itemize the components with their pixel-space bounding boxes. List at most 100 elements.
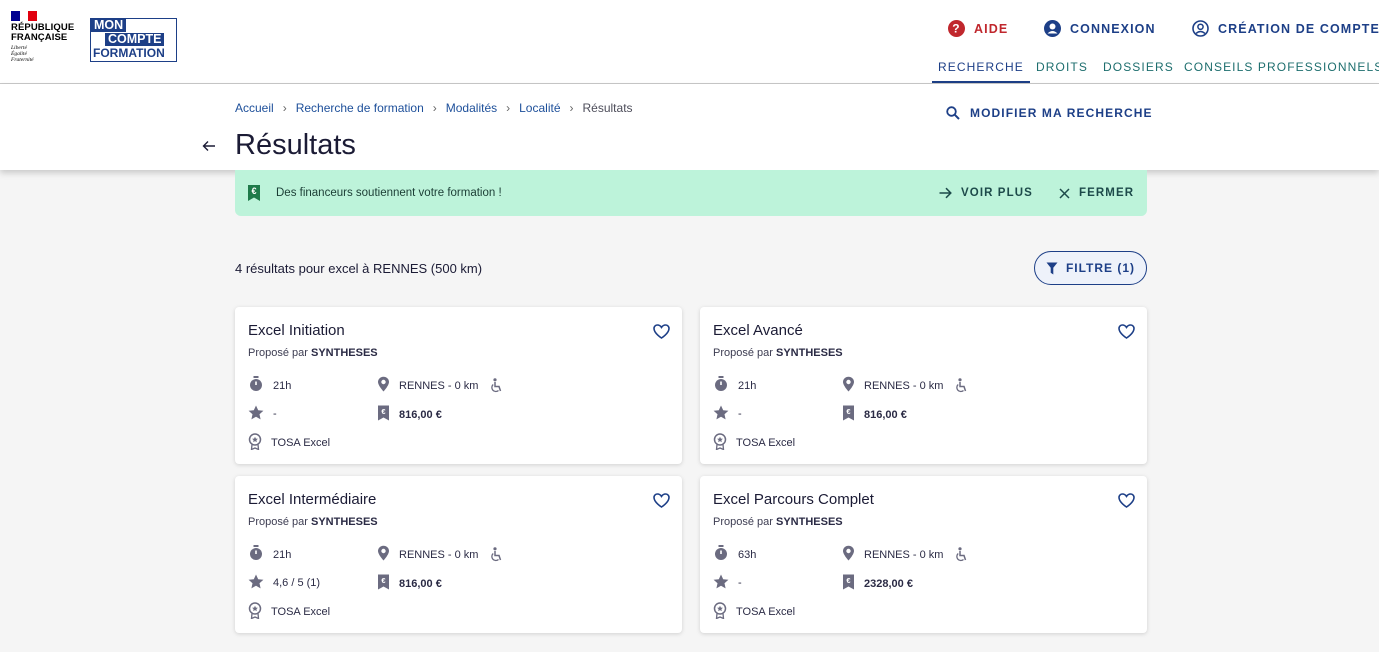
voir-plus-button[interactable]: VOIR PLUS: [939, 187, 1033, 199]
location-value: RENNES - 0 km: [864, 548, 944, 561]
modify-search-label: MODIFIER MA RECHERCHE: [970, 106, 1153, 120]
rating-value: -: [738, 577, 742, 589]
logo-line-3: FORMATION: [91, 47, 175, 60]
formation-card[interactable]: Excel Parcours Complet Proposé par SYNTH…: [700, 476, 1147, 633]
financeurs-banner: € Des financeurs soutiennent votre forma…: [235, 170, 1147, 216]
accessibility-icon: [489, 377, 512, 394]
card-rating: -: [713, 574, 742, 592]
accessibility-icon: [954, 546, 977, 563]
republique-francaise-logo[interactable]: RÉPUBLIQUE FRANÇAISE Liberté Égalité Fra…: [11, 11, 81, 63]
heart-icon[interactable]: [653, 493, 670, 513]
price-icon: €: [377, 574, 399, 593]
duration-value: 21h: [273, 379, 292, 392]
connexion-label: CONNEXION: [1070, 21, 1156, 36]
heart-icon[interactable]: [1118, 324, 1135, 344]
nav-droits[interactable]: DROITS: [1036, 60, 1088, 83]
chevron-right-icon: ›: [569, 101, 574, 115]
location-pin-icon: [842, 376, 864, 395]
logo-line-1: MON: [91, 19, 127, 32]
breadcrumb-modalites[interactable]: Modalités: [446, 101, 497, 115]
creation-compte-link[interactable]: CRÉATION DE COMPTE: [1192, 20, 1379, 37]
certification-value: TOSA Excel: [736, 437, 796, 449]
card-provider-prefix: Proposé par: [713, 516, 773, 528]
filter-icon: [1046, 262, 1058, 274]
certification-medal-icon: [248, 433, 271, 453]
heart-icon[interactable]: [1118, 493, 1135, 513]
rating-value: 4,6 / 5 (1): [273, 577, 321, 589]
card-location: RENNES - 0 km: [842, 545, 977, 564]
heart-icon[interactable]: [653, 324, 670, 344]
certification-value: TOSA Excel: [736, 606, 796, 618]
price-icon: €: [377, 405, 399, 424]
arrow-right-icon: [939, 187, 952, 199]
location-pin-icon: [842, 545, 864, 564]
user-circle-icon: [1192, 20, 1209, 37]
timer-icon: [248, 376, 273, 395]
certification-medal-icon: [713, 433, 736, 453]
chevron-right-icon: ›: [282, 101, 287, 115]
card-certification: TOSA Excel: [713, 433, 795, 453]
card-rating: -: [713, 405, 742, 423]
card-title[interactable]: Excel Parcours Complet: [713, 491, 874, 508]
duration-value: 21h: [738, 379, 757, 392]
chevron-right-icon: ›: [506, 101, 511, 115]
page-title: Résultats: [235, 129, 356, 161]
card-duration: 21h: [248, 545, 291, 564]
location-pin-icon: [377, 376, 399, 395]
nav-dossiers[interactable]: DOSSIERS: [1103, 60, 1174, 83]
card-provider: Proposé par SYNTHESES: [713, 516, 843, 528]
card-provider-prefix: Proposé par: [248, 516, 308, 528]
card-provider: Proposé par SYNTHESES: [248, 347, 378, 359]
card-duration: 63h: [713, 545, 756, 564]
fermer-button[interactable]: FERMER: [1059, 187, 1134, 199]
breadcrumb-recherche[interactable]: Recherche de formation: [296, 101, 424, 115]
card-provider: Proposé par SYNTHESES: [248, 516, 378, 528]
banner-text: Des financeurs soutiennent votre formati…: [276, 187, 502, 199]
timer-icon: [713, 376, 738, 395]
card-price: €2328,00 €: [842, 574, 913, 593]
nav-conseils-professionnels[interactable]: CONSEILS PROFESSIONNELS: [1184, 60, 1379, 83]
chevron-right-icon: ›: [432, 101, 437, 115]
breadcrumb-accueil[interactable]: Accueil: [235, 101, 274, 115]
price-value: 2328,00 €: [864, 577, 913, 590]
price-icon: €: [842, 405, 864, 424]
star-icon: [713, 405, 738, 423]
back-arrow-icon[interactable]: [202, 137, 216, 158]
card-certification: TOSA Excel: [248, 602, 330, 622]
card-location: RENNES - 0 km: [377, 376, 512, 395]
svg-text:€: €: [251, 186, 256, 196]
duration-value: 21h: [273, 548, 292, 561]
star-icon: [248, 574, 273, 592]
card-certification: TOSA Excel: [248, 433, 330, 453]
card-org: SYNTHESES: [776, 347, 843, 359]
formation-card[interactable]: Excel Avancé Proposé par SYNTHESES 21h R…: [700, 307, 1147, 464]
breadcrumb-localite[interactable]: Localité: [519, 101, 560, 115]
card-provider: Proposé par SYNTHESES: [713, 347, 843, 359]
mon-compte-formation-logo[interactable]: MON COMPTE FORMATION: [90, 18, 177, 62]
site-header: RÉPUBLIQUE FRANÇAISE Liberté Égalité Fra…: [0, 0, 1379, 84]
nav-recherche[interactable]: RECHERCHE: [932, 60, 1030, 83]
card-provider-prefix: Proposé par: [248, 347, 308, 359]
close-icon: [1059, 187, 1070, 199]
french-flag-icon: [11, 11, 38, 21]
creation-label: CRÉATION DE COMPTE: [1218, 21, 1379, 36]
timer-icon: [713, 545, 738, 564]
euro-badge-icon: €: [248, 185, 260, 201]
republique-motto: Liberté Égalité Fraternité: [11, 45, 34, 63]
card-title[interactable]: Excel Initiation: [248, 322, 345, 339]
filter-button[interactable]: FILTRE (1): [1034, 251, 1147, 285]
rating-value: -: [738, 408, 742, 420]
rating-value: -: [273, 408, 277, 420]
modify-search-button[interactable]: MODIFIER MA RECHERCHE: [946, 106, 1153, 120]
aide-label: AIDE: [974, 21, 1009, 36]
card-title[interactable]: Excel Intermédiaire: [248, 491, 376, 508]
card-price: €816,00 €: [377, 405, 442, 424]
formation-card[interactable]: Excel Intermédiaire Proposé par SYNTHESE…: [235, 476, 682, 633]
card-title[interactable]: Excel Avancé: [713, 322, 803, 339]
aide-link[interactable]: ? AIDE: [948, 20, 1008, 37]
search-icon: [946, 106, 960, 120]
certification-value: TOSA Excel: [271, 437, 331, 449]
connexion-link[interactable]: CONNEXION: [1044, 20, 1156, 37]
formation-card[interactable]: Excel Initiation Proposé par SYNTHESES 2…: [235, 307, 682, 464]
card-provider-prefix: Proposé par: [713, 347, 773, 359]
